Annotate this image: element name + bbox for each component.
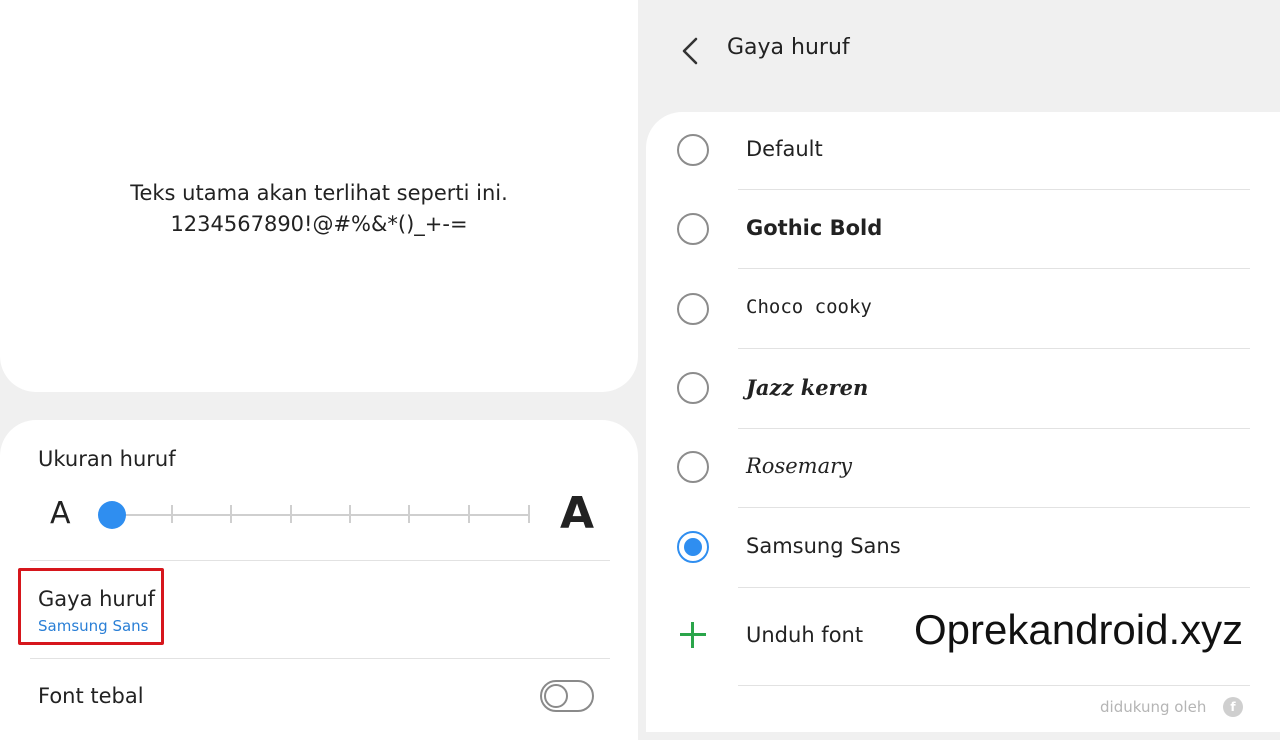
bold-font-label: Font tebal	[38, 684, 144, 708]
font-option-rosemary[interactable]: Rosemary	[746, 454, 852, 478]
page-title: Gaya huruf	[727, 35, 850, 60]
font-preview: Teks utama akan terlihat seperti ini. 12…	[0, 178, 638, 240]
small-text-icon: A	[50, 496, 71, 531]
bold-font-toggle[interactable]	[540, 680, 594, 712]
back-arrow-icon[interactable]	[676, 34, 706, 68]
divider	[738, 507, 1250, 508]
radio-samsung-sans[interactable]	[677, 531, 709, 563]
slider-tick	[290, 505, 292, 523]
font-option-choco-cooky[interactable]: Choco cooky	[746, 296, 872, 318]
radio-default[interactable]	[677, 134, 709, 166]
font-size-slider-thumb[interactable]	[98, 501, 126, 529]
provider-logo-icon: f	[1223, 697, 1243, 717]
font-style-title: Gaya huruf	[38, 587, 156, 611]
slider-tick	[468, 505, 470, 523]
divider	[738, 587, 1250, 588]
radio-gothic-bold[interactable]	[677, 213, 709, 245]
divider	[738, 189, 1250, 190]
font-option-samsung-sans[interactable]: Samsung Sans	[746, 534, 901, 558]
divider	[738, 428, 1250, 429]
font-style-current-value: Samsung Sans	[38, 617, 149, 635]
preview-line-1: Teks utama akan terlihat seperti ini.	[130, 181, 508, 205]
download-font-button[interactable]: Unduh font	[746, 623, 863, 647]
slider-tick	[528, 505, 530, 523]
divider	[30, 658, 610, 659]
font-size-label: Ukuran huruf	[38, 447, 176, 471]
font-option-default[interactable]: Default	[746, 137, 823, 161]
divider	[738, 685, 1250, 686]
radio-rosemary[interactable]	[677, 451, 709, 483]
divider	[30, 560, 610, 561]
slider-tick	[230, 505, 232, 523]
slider-tick	[171, 505, 173, 523]
slider-tick	[408, 505, 410, 523]
font-option-jazz-keren[interactable]: Jazz keren	[746, 375, 868, 400]
radio-choco-cooky[interactable]	[677, 293, 709, 325]
watermark-site: Oprekandroid.xyz	[914, 606, 1244, 653]
font-option-gothic-bold[interactable]: Gothic Bold	[746, 216, 882, 240]
plus-icon[interactable]	[678, 620, 708, 650]
toggle-knob	[544, 684, 568, 708]
large-text-icon: A	[560, 488, 595, 539]
radio-jazz-keren[interactable]	[677, 372, 709, 404]
preview-line-2: 1234567890!@#%&*()_+-=	[170, 212, 468, 236]
slider-tick	[349, 505, 351, 523]
divider	[738, 348, 1250, 349]
powered-by-label: didukung oleh	[1100, 698, 1207, 716]
divider	[738, 268, 1250, 269]
